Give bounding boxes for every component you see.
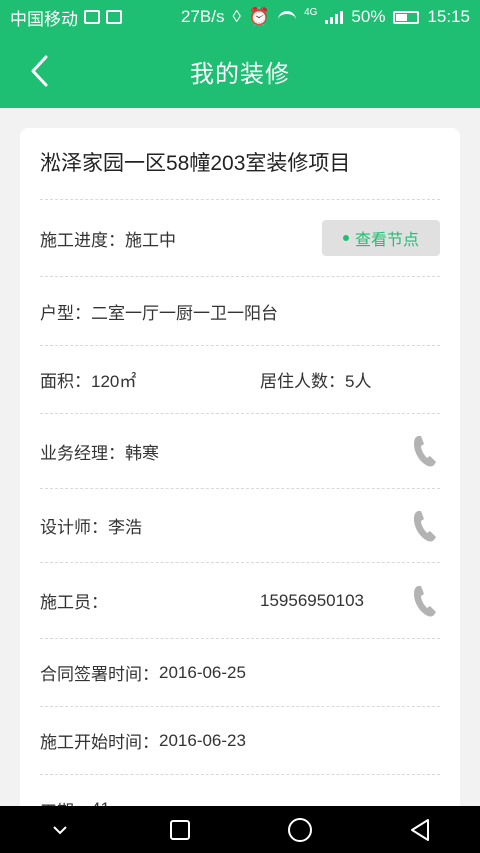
signal-icon	[325, 10, 344, 24]
residents-group: 居住人数：5人	[260, 367, 371, 392]
area-value: 120㎡	[91, 372, 137, 391]
designer-value: 李浩	[108, 518, 142, 537]
back-nav-button[interactable]	[390, 810, 450, 850]
residents-value: 5人	[345, 372, 372, 391]
square-icon	[170, 819, 190, 840]
contract-label: 合同签署时间：	[40, 665, 159, 684]
project-card: 淞泽家园一区58幢203室装修项目 施工进度： 施工中 查看节点 户型： 二室一…	[20, 128, 460, 828]
manager-label: 业务经理：	[40, 443, 125, 463]
layout-value: 二室一厅一厨一卫一阳台	[91, 303, 278, 323]
hide-nav-button[interactable]	[30, 810, 90, 850]
time-text: 15:15	[427, 7, 470, 26]
status-bar: 中国移动 27B/s ◊ ⏰ 4G 50% 15:15	[0, 0, 480, 34]
contract-row: 合同签署时间： 2016-06-25	[40, 639, 440, 707]
net-speed-text: 27B/s	[181, 7, 225, 26]
manager-row: 业务经理： 韩寒	[40, 414, 440, 489]
triangle-back-icon	[411, 818, 429, 841]
back-button[interactable]	[22, 52, 56, 90]
start-row: 施工开始时间： 2016-06-23	[40, 707, 440, 775]
phone-icon	[414, 436, 436, 467]
area-row: 面积： 120㎡ 居住人数：5人	[40, 346, 440, 414]
home-button[interactable]	[270, 810, 330, 850]
progress-row: 施工进度： 施工中 查看节点	[40, 200, 440, 277]
worker-row: 施工员： 15956950103	[40, 563, 440, 639]
back-arrow-icon	[31, 55, 48, 87]
contract-value: 2016-06-25	[159, 662, 246, 682]
vibrate-icon: ◊	[232, 7, 241, 26]
worker-label: 施工员：	[40, 593, 108, 612]
call-worker-button[interactable]	[410, 583, 440, 619]
carrier-text: 中国移动	[10, 9, 78, 29]
area-label: 面积：	[40, 372, 91, 391]
view-nodes-button[interactable]: 查看节点	[322, 220, 440, 256]
dot-icon	[342, 235, 349, 241]
app-bar: 我的装修	[0, 34, 480, 108]
designer-label: 设计师：	[40, 518, 108, 537]
residents-label: 居住人数：	[260, 372, 345, 391]
network-type: 4G	[304, 7, 318, 18]
alarm-icon: ⏰	[248, 7, 271, 26]
chevron-down-icon	[53, 825, 67, 834]
circle-icon	[288, 817, 312, 842]
start-value: 2016-06-23	[159, 730, 246, 750]
phone-icon	[414, 585, 436, 616]
phone-icon	[414, 510, 436, 541]
image-icon	[106, 10, 122, 24]
wifi-icon	[278, 11, 297, 23]
page-title: 我的装修	[190, 60, 290, 88]
notification-icon	[84, 10, 100, 24]
battery-text: 50%	[351, 7, 386, 26]
view-nodes-label: 查看节点	[354, 232, 419, 249]
recents-button[interactable]	[150, 810, 210, 850]
progress-label: 施工进度：	[40, 230, 125, 250]
system-nav-bar	[0, 806, 480, 853]
worker-phone: 15956950103	[260, 590, 365, 610]
layout-label: 户型：	[40, 303, 91, 323]
manager-value: 韩寒	[125, 443, 159, 463]
designer-row: 设计师： 李浩	[40, 489, 440, 563]
call-manager-button[interactable]	[410, 433, 440, 469]
battery-icon	[393, 10, 420, 24]
layout-row: 户型： 二室一厅一厨一卫一阳台	[40, 277, 440, 346]
call-designer-button[interactable]	[410, 508, 440, 544]
project-title: 淞泽家园一区58幢203室装修项目	[40, 128, 440, 200]
progress-value: 施工中	[125, 230, 176, 250]
start-label: 施工开始时间：	[40, 733, 159, 752]
